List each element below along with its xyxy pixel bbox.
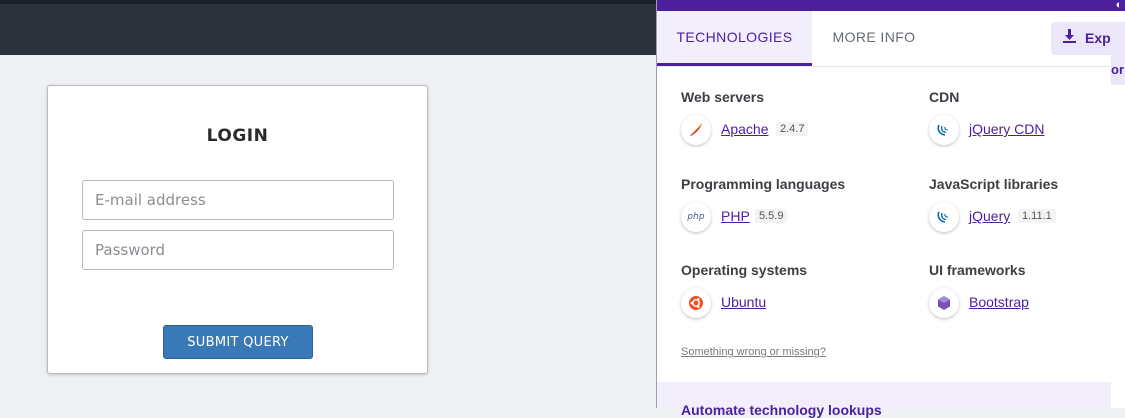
tech-item-php[interactable]: php PHP 5.5.9 — [681, 202, 881, 234]
technology-panel: ◐ TECHNOLOGIES MORE INFO Exp or Web serv… — [656, 0, 1125, 418]
tech-name[interactable]: jQuery — [969, 208, 1010, 224]
tech-item-ubuntu[interactable]: Ubuntu — [681, 288, 881, 320]
submit-query-button[interactable]: SUBMIT QUERY — [163, 325, 313, 359]
category-programming-languages: Programming languages — [681, 176, 846, 192]
jquery-icon — [929, 115, 959, 145]
login-title: LOGIN — [206, 126, 269, 146]
category-cdn: CDN — [929, 89, 960, 105]
tech-version: 5.5.9 — [755, 209, 788, 223]
tech-item-jquery-cdn[interactable]: jQuery CDN — [929, 115, 1099, 147]
automate-banner-title[interactable]: Automate technology lookups — [681, 402, 882, 418]
tab-technologies[interactable]: TECHNOLOGIES — [657, 11, 812, 66]
tech-name[interactable]: Apache — [721, 121, 768, 137]
tech-item-bootstrap[interactable]: Bootstrap — [929, 288, 1099, 320]
category-operating-systems: Operating systems — [681, 262, 808, 278]
tech-name[interactable]: jQuery CDN — [969, 121, 1044, 137]
password-field[interactable] — [82, 230, 394, 270]
category-web-servers: Web servers — [681, 89, 765, 105]
site-top-bar — [0, 0, 656, 55]
bootstrap-icon — [929, 288, 959, 318]
apache-feather-icon — [681, 115, 711, 145]
panel-top-bar — [657, 0, 1125, 11]
category-ui-frameworks: UI frameworks — [929, 262, 1026, 278]
tech-version: 2.4.7 — [776, 122, 809, 136]
export-label: Exp — [1085, 30, 1111, 46]
category-javascript-libraries: JavaScript libraries — [929, 176, 1059, 192]
download-icon — [1063, 22, 1077, 55]
tech-item-jquery[interactable]: jQuery 1.11.1 — [929, 202, 1099, 234]
tech-name[interactable]: PHP — [721, 208, 750, 224]
jquery-icon — [929, 202, 959, 232]
export-button[interactable]: Exp — [1051, 22, 1125, 55]
tech-name[interactable]: Bootstrap — [969, 294, 1029, 310]
theme-toggle-icon[interactable]: ◐ — [1112, 0, 1125, 11]
side-button[interactable]: or — [1111, 55, 1125, 85]
email-field[interactable] — [82, 180, 394, 220]
automate-banner: Automate technology lookups — [657, 382, 1111, 418]
side-button-label: or — [1111, 62, 1124, 77]
php-icon: php — [681, 202, 711, 232]
tech-version: 1.11.1 — [1018, 209, 1056, 223]
tab-more-info[interactable]: MORE INFO — [812, 11, 936, 66]
login-card: LOGIN SUBMIT QUERY — [47, 85, 428, 374]
tech-name[interactable]: Ubuntu — [721, 294, 766, 310]
something-wrong-link[interactable]: Something wrong or missing? — [681, 346, 826, 358]
tech-item-apache[interactable]: Apache 2.4.7 — [681, 115, 881, 147]
ubuntu-icon — [681, 288, 711, 318]
